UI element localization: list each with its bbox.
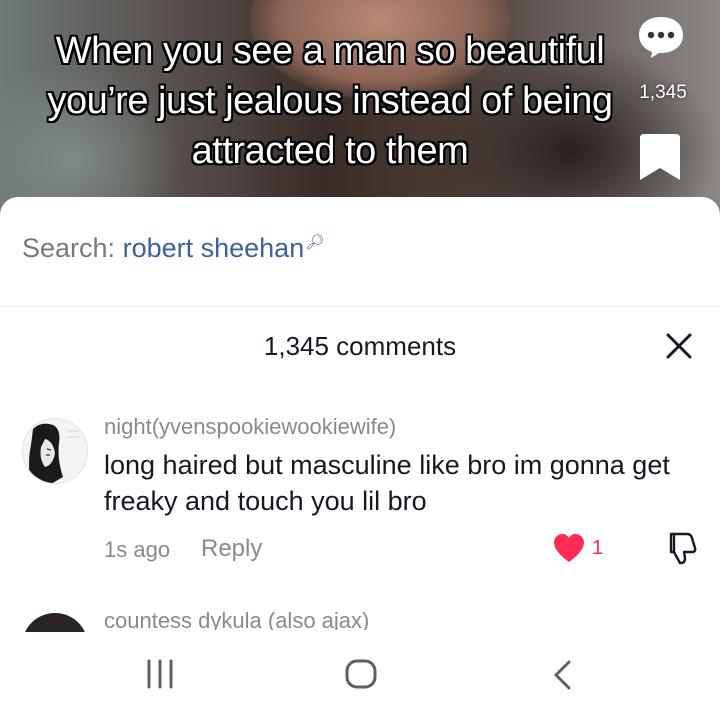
comment-timestamp: 1s ago <box>104 537 171 562</box>
like-count: 1 <box>592 536 604 559</box>
avatar[interactable] <box>22 418 88 484</box>
close-icon[interactable] <box>664 331 694 361</box>
video-player[interactable]: When you see a man so beautiful you’re j… <box>0 0 720 230</box>
back-icon[interactable] <box>550 659 574 691</box>
divider <box>0 306 720 307</box>
comment-text: long haired but masculine like bro im go… <box>104 450 670 516</box>
like-button[interactable]: 1 <box>552 533 603 563</box>
search-suggestion[interactable]: Search: robert sheehan🔎︎ <box>22 233 324 267</box>
heart-icon <box>554 534 584 562</box>
comments-count-title: 1,345 comments <box>263 331 457 361</box>
comment-username[interactable]: night(yvenspookiewookiewife) <box>104 414 396 440</box>
recent-apps-icon[interactable] <box>143 659 177 689</box>
search-label: Search: <box>22 233 116 263</box>
comment-count: 1,345 <box>639 82 687 103</box>
video-caption: When you see a man so beautiful you’re j… <box>47 30 613 172</box>
reply-button[interactable]: Reply <box>201 535 262 563</box>
avatar-image <box>23 419 87 483</box>
search-term-link[interactable]: robert sheehan <box>123 233 305 263</box>
dislike-icon[interactable] <box>663 531 697 565</box>
comment-username[interactable]: countess dykula (also ajax) <box>104 608 369 630</box>
bookmark-icon[interactable] <box>636 132 684 182</box>
system-navigation-bar <box>0 632 720 720</box>
search-icon: 🔎︎ <box>305 234 325 251</box>
home-icon[interactable] <box>344 658 378 690</box>
comment-bubble-icon[interactable] <box>636 14 686 60</box>
comments-sheet: Search: robert sheehan🔎︎ 1,345 comments … <box>0 197 720 720</box>
